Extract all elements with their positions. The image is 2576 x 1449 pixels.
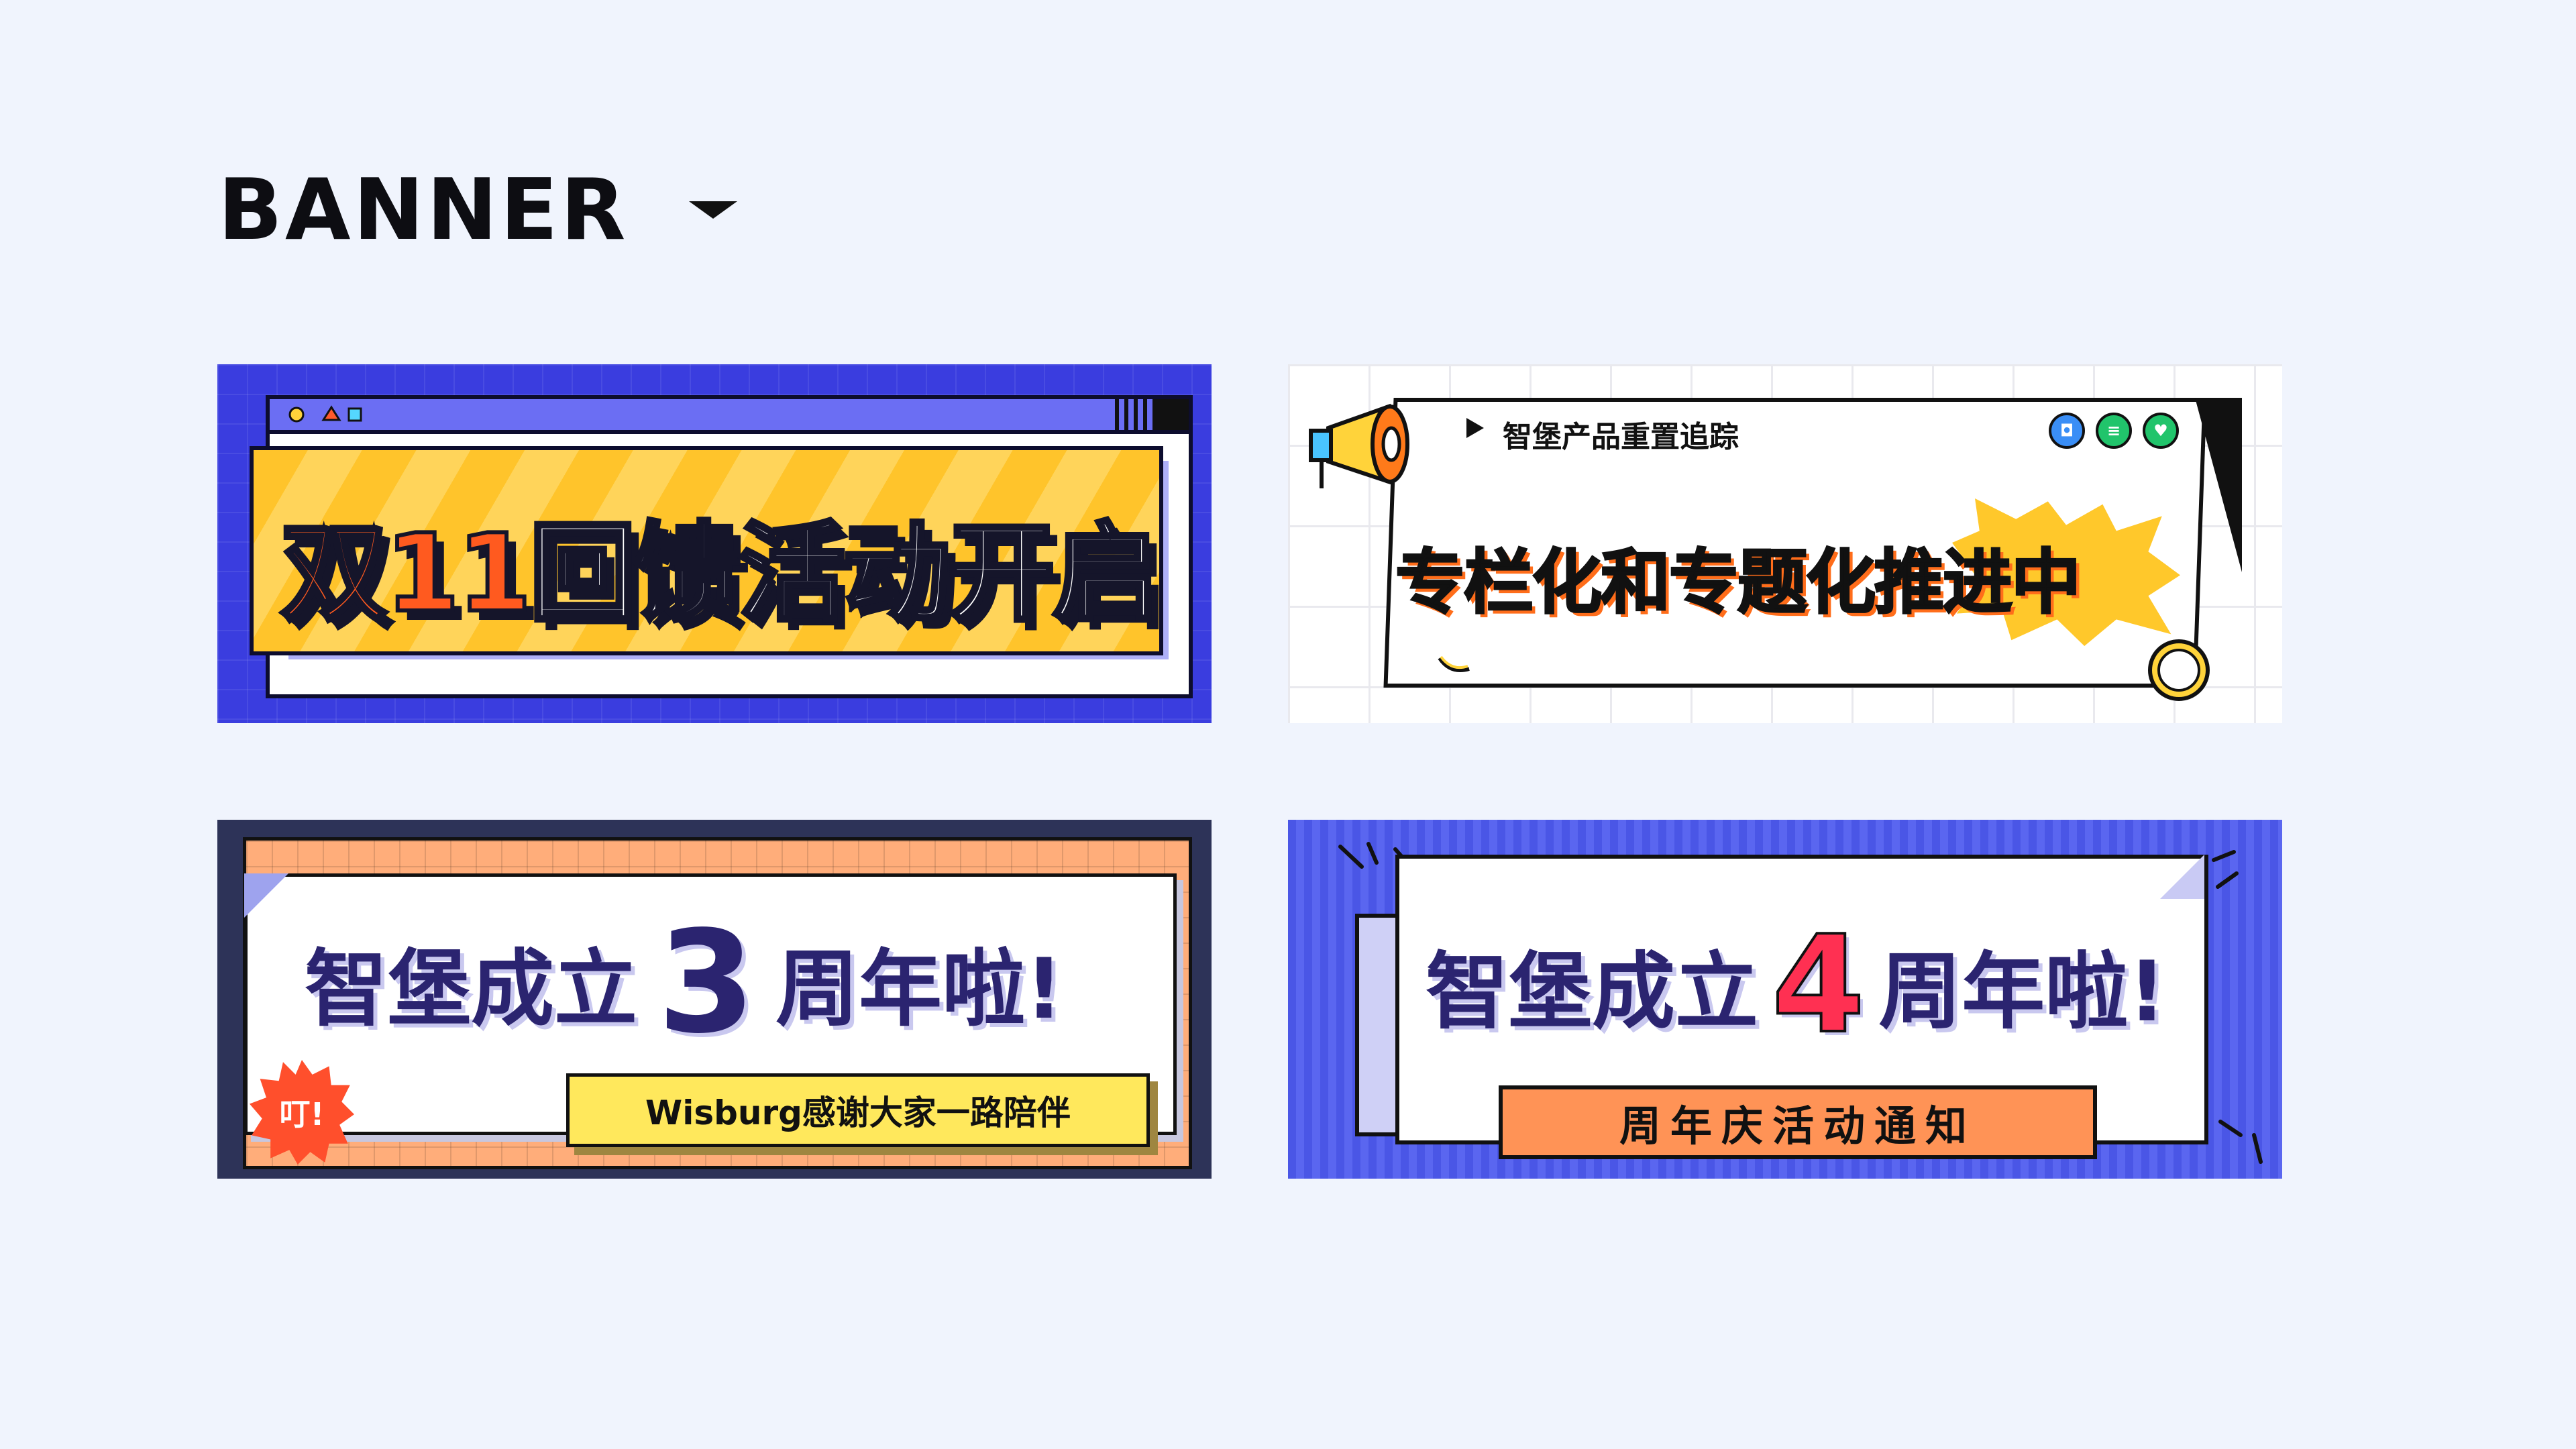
event-ribbon: 周年庆活动通知 <box>1499 1085 2097 1159</box>
banner-anniversary-3[interactable]: 智堡成立 3 周年啦! Wisburg感谢大家一路陪伴 叮! <box>217 820 1212 1179</box>
play-icon <box>1466 418 1484 438</box>
confetti-icon <box>1438 655 1470 672</box>
banner-double11[interactable]: 双11回馈活动开启 <box>217 364 1212 723</box>
bus-icon: ◘ <box>2049 413 2085 449</box>
headline-left: 智堡成立 <box>305 941 638 1038</box>
clock-face <box>2157 649 2200 692</box>
anniversary-number: 3 <box>657 900 756 1065</box>
headline-right: 周年啦! <box>1878 944 2166 1040</box>
paper-corner <box>244 873 288 918</box>
window-frame: 双11回馈活动开启 <box>250 395 1193 698</box>
card-fold <box>2195 398 2242 572</box>
page-title: BANNER <box>218 160 629 259</box>
clock-icon <box>2148 639 2210 701</box>
headline: 专栏化和专题化推进中 <box>1394 541 2082 625</box>
anniversary-number: 4 <box>1770 906 1866 1065</box>
heart-icon: ♥ <box>2143 413 2179 449</box>
spark-lines-icon <box>2212 850 2239 889</box>
thanks-ribbon: Wisburg感谢大家一路陪伴 <box>566 1073 1150 1147</box>
banner-anniversary-4[interactable]: 智堡成立 4 周年啦! 周年庆活动通知 <box>1288 820 2282 1179</box>
menu-icon: ≡ <box>2096 413 2132 449</box>
headline-rest: 回馈活动开启 <box>527 508 1162 638</box>
headline: 智堡成立 4 周年啦! <box>1426 906 2166 1065</box>
headline-left: 智堡成立 <box>1426 944 1759 1040</box>
headline: 智堡成立 3 周年啦! <box>305 900 1063 1065</box>
headline: 双11回馈活动开启 <box>278 486 1162 642</box>
headline-prefix: 双11 <box>278 508 534 638</box>
paper-fold <box>2160 855 2204 899</box>
page-header: BANNER <box>218 168 737 252</box>
megaphone-icon <box>1309 403 1409 488</box>
subtitle: 智堡产品重置追踪 <box>1503 420 1739 454</box>
headline-right: 周年啦! <box>775 941 1063 1038</box>
window-titlebar <box>270 399 1189 434</box>
window-controls-icon <box>288 399 1189 430</box>
banner-product-tracking[interactable]: 智堡产品重置追踪 ◘ ≡ ♥ 专栏化和专题化推进中 <box>1288 364 2282 723</box>
headline-panel: 双11回馈活动开启 <box>250 446 1163 655</box>
spark-lines-icon <box>2218 1120 2263 1164</box>
chevron-down-icon[interactable] <box>688 201 737 219</box>
